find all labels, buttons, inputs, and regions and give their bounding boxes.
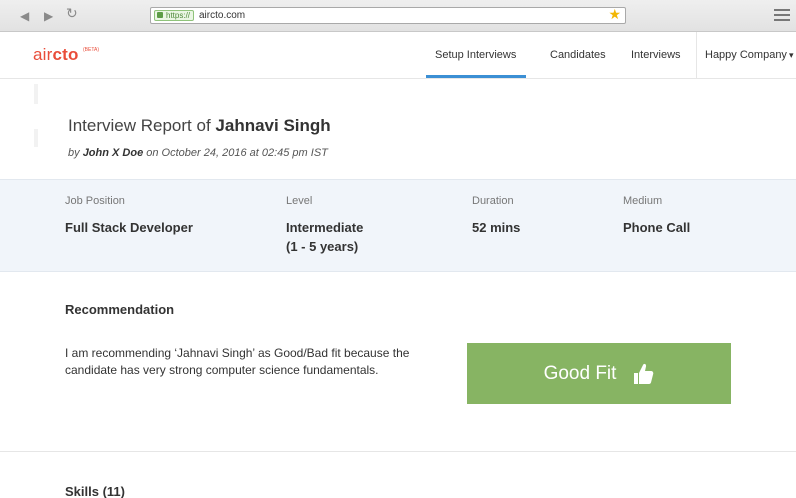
logo-suffix: cto	[52, 45, 79, 64]
aircto-logo[interactable]: aircto	[33, 45, 79, 65]
side-marker	[34, 129, 38, 147]
byline-prefix: by	[68, 147, 80, 159]
interview-summary-band: Job Position Full Stack Developer Level …	[0, 179, 796, 272]
url-text[interactable]: aircto.com	[199, 9, 245, 22]
nav-divider	[696, 32, 697, 79]
section-divider	[0, 451, 796, 452]
https-badge: https://	[154, 10, 195, 21]
good-fit-button[interactable]: Good Fit	[467, 343, 731, 404]
star-icon[interactable]: ★	[608, 7, 621, 23]
level-value-line1: Intermediate	[286, 220, 364, 235]
beta-badge: (BETA)	[83, 47, 100, 53]
chevron-down-icon: ▾	[788, 50, 794, 60]
level-value-line2: (1 - 5 years)	[286, 239, 359, 254]
thumbs-up-icon	[634, 363, 654, 384]
address-bar[interactable]: https:// aircto.com ★	[150, 7, 626, 24]
recommendation-text: I am recommending ‘Jahnavi Singh’ as Goo…	[65, 346, 410, 377]
duration-value: 52 mins	[472, 220, 521, 235]
back-arrow-icon[interactable]: ◀	[20, 8, 29, 24]
forward-arrow-icon[interactable]: ▶	[44, 8, 53, 24]
logo-prefix: air	[33, 45, 53, 64]
job-position-label: Job Position	[65, 195, 125, 207]
medium-value: Phone Call	[623, 220, 691, 235]
active-tab-indicator	[426, 75, 526, 78]
nav-interviews[interactable]: Interviews	[631, 49, 681, 61]
report-byline: by John X Doe on October 24, 2016 at 02:…	[68, 147, 328, 159]
side-marker	[34, 84, 38, 104]
duration-column: Duration 52 mins	[472, 194, 520, 237]
nav-candidates[interactable]: Candidates	[550, 49, 606, 61]
level-label: Level	[286, 195, 313, 207]
app-header: aircto (BETA) Setup Interviews Candidate…	[0, 32, 796, 79]
job-position-value: Full Stack Developer	[65, 220, 193, 235]
level-column: Level Intermediate (1 - 5 years)	[286, 194, 363, 256]
https-label: https://	[166, 11, 191, 20]
job-position-column: Job Position Full Stack Developer	[65, 194, 193, 237]
browser-toolbar: ◀ ▶ ↻ https:// aircto.com ★	[0, 0, 796, 32]
page-title: Interview Report of Jahnavi Singh	[68, 116, 331, 136]
company-dropdown[interactable]: Happy Company ▾	[705, 49, 793, 61]
duration-label: Duration	[472, 195, 514, 207]
skills-title: Skills (11)	[65, 484, 125, 498]
report-date: on October 24, 2016 at 02:45 pm IST	[146, 147, 328, 159]
level-value: Intermediate (1 - 5 years)	[286, 218, 363, 256]
company-name: Happy Company	[705, 49, 787, 61]
hamburger-menu-icon[interactable]	[774, 9, 790, 21]
interviewer-name: John X Doe	[82, 147, 144, 159]
verdict-label: Good Fit	[543, 362, 617, 384]
medium-column: Medium Phone Call	[623, 194, 690, 237]
recommendation-title: Recommendation	[65, 302, 175, 317]
title-prefix: Interview Report of	[68, 116, 211, 135]
nav-setup-interviews[interactable]: Setup Interviews	[435, 49, 516, 61]
lock-icon	[157, 12, 163, 18]
medium-label: Medium	[623, 195, 663, 207]
candidate-name: Jahnavi Singh	[215, 116, 331, 135]
reload-icon[interactable]: ↻	[66, 6, 78, 22]
